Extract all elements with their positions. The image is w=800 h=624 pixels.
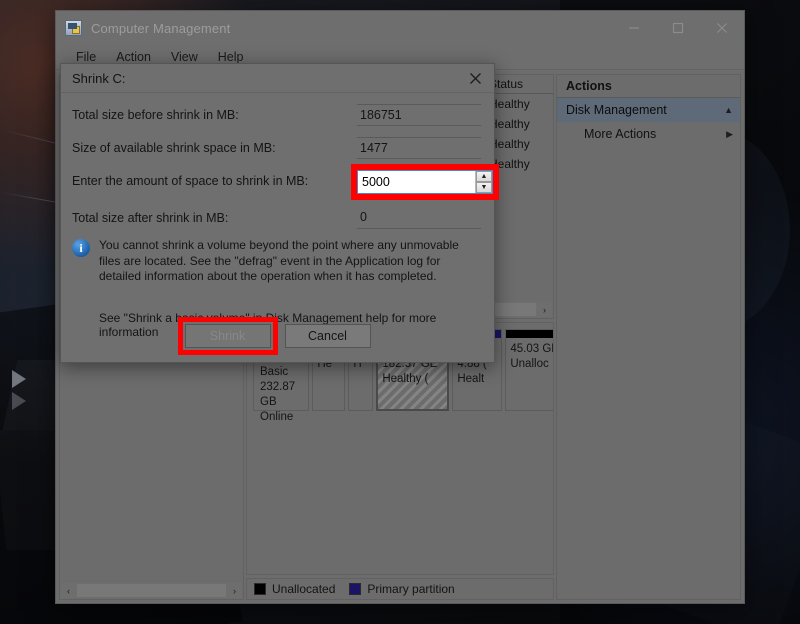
- window-controls: [612, 11, 744, 45]
- legend-label-unallocated: Unallocated: [272, 582, 336, 596]
- disk-status: Online: [260, 411, 294, 423]
- field-total-size-after: Total size after shrink in MB: 0: [72, 207, 481, 231]
- maximize-button[interactable]: [656, 11, 700, 45]
- chevron-right-icon[interactable]: ▶: [726, 129, 733, 140]
- actions-group-disk-management[interactable]: Disk Management ▲: [557, 98, 740, 122]
- field-total-size-before: Total size before shrink in MB: 186751: [72, 104, 481, 130]
- scroll-right-arrow[interactable]: ›: [537, 302, 552, 317]
- cancel-button[interactable]: Cancel: [284, 324, 371, 348]
- shrink-dialog: Shrink C: Total size before shrink in MB…: [60, 63, 499, 363]
- scroll-right-arrow[interactable]: ›: [227, 583, 242, 598]
- spinner-down-button[interactable]: ▼: [476, 182, 492, 193]
- actions-pane-title: Actions: [557, 75, 740, 98]
- shrink-amount-control: ▲ ▼: [351, 164, 499, 200]
- wallpaper-arrow: [12, 370, 26, 388]
- partition-color-bar: [506, 330, 553, 338]
- field-label-total-size-before: Total size before shrink in MB:: [72, 108, 239, 122]
- dialog-title: Shrink C:: [72, 70, 126, 86]
- field-label-total-size-after: Total size after shrink in MB:: [72, 211, 229, 225]
- partition-4-unallocated[interactable]: 45.03 GE Unalloc: [505, 329, 553, 411]
- dialog-titlebar: Shrink C:: [61, 64, 494, 93]
- spinner-up-button[interactable]: ▲: [476, 171, 492, 182]
- actions-pane: Actions Disk Management ▲ More Actions ▶: [556, 74, 741, 600]
- partition-status: Healt: [457, 373, 485, 385]
- close-button[interactable]: [700, 11, 744, 45]
- tree-horizontal-scrollbar[interactable]: ‹ ›: [61, 583, 242, 598]
- field-amount-to-shrink: Enter the amount of space to shrink in M…: [72, 164, 499, 200]
- shrink-amount-input[interactable]: [358, 171, 475, 193]
- dialog-close-icon[interactable]: [456, 64, 494, 93]
- legend-label-primary: Primary partition: [367, 582, 455, 596]
- info-text: You cannot shrink a volume beyond the po…: [99, 238, 459, 283]
- partition-status: Unalloc: [510, 358, 549, 370]
- shrink-amount-spinner[interactable]: ▲ ▼: [357, 170, 493, 194]
- minimize-button[interactable]: [612, 11, 656, 45]
- legend-swatch-primary: [349, 583, 362, 595]
- field-value-total-size-before: 186751: [357, 104, 481, 126]
- partition-status: Healthy (: [382, 373, 429, 385]
- computer-management-icon: [65, 20, 82, 36]
- wallpaper-arrow: [12, 392, 26, 410]
- field-available-shrink-space: Size of available shrink space in MB: 14…: [72, 137, 481, 163]
- shrink-button-wrapper: Shrink: [177, 317, 278, 355]
- dialog-content: Total size before shrink in MB: 186751 S…: [61, 93, 499, 339]
- legend-item-unallocated: Unallocated: [254, 582, 335, 596]
- disk-map-legend: Unallocated Primary partition: [246, 578, 554, 600]
- field-label-available-shrink-space: Size of available shrink space in MB:: [72, 141, 276, 155]
- scroll-left-arrow[interactable]: ‹: [61, 583, 76, 598]
- action-item-more-actions[interactable]: More Actions ▶: [557, 122, 740, 146]
- field-value-available-shrink-space: 1477: [357, 137, 481, 159]
- info-message: i You cannot shrink a volume beyond the …: [72, 238, 481, 285]
- disk-size: 232.87 GB: [260, 381, 296, 408]
- partition-size: 45.03 GE: [510, 343, 553, 355]
- disk-type: Basic: [260, 366, 289, 378]
- actions-group-label: Disk Management: [566, 103, 667, 117]
- field-value-total-size-after: 0: [357, 207, 481, 229]
- dialog-buttons: Shrink Cancel: [61, 317, 494, 355]
- spinner-buttons: ▲ ▼: [475, 171, 492, 193]
- field-label-amount-to-shrink: Enter the amount of space to shrink in M…: [72, 174, 309, 188]
- shrink-button[interactable]: Shrink: [184, 324, 271, 348]
- action-item-label: More Actions: [584, 127, 657, 141]
- legend-item-primary: Primary partition: [349, 582, 455, 596]
- scrollbar-thumb[interactable]: [77, 584, 226, 597]
- legend-swatch-unallocated: [254, 583, 266, 595]
- window-titlebar: Computer Management: [56, 11, 744, 45]
- chevron-up-icon[interactable]: ▲: [724, 105, 733, 115]
- window-title: Computer Management: [91, 20, 231, 36]
- info-icon: i: [72, 239, 90, 257]
